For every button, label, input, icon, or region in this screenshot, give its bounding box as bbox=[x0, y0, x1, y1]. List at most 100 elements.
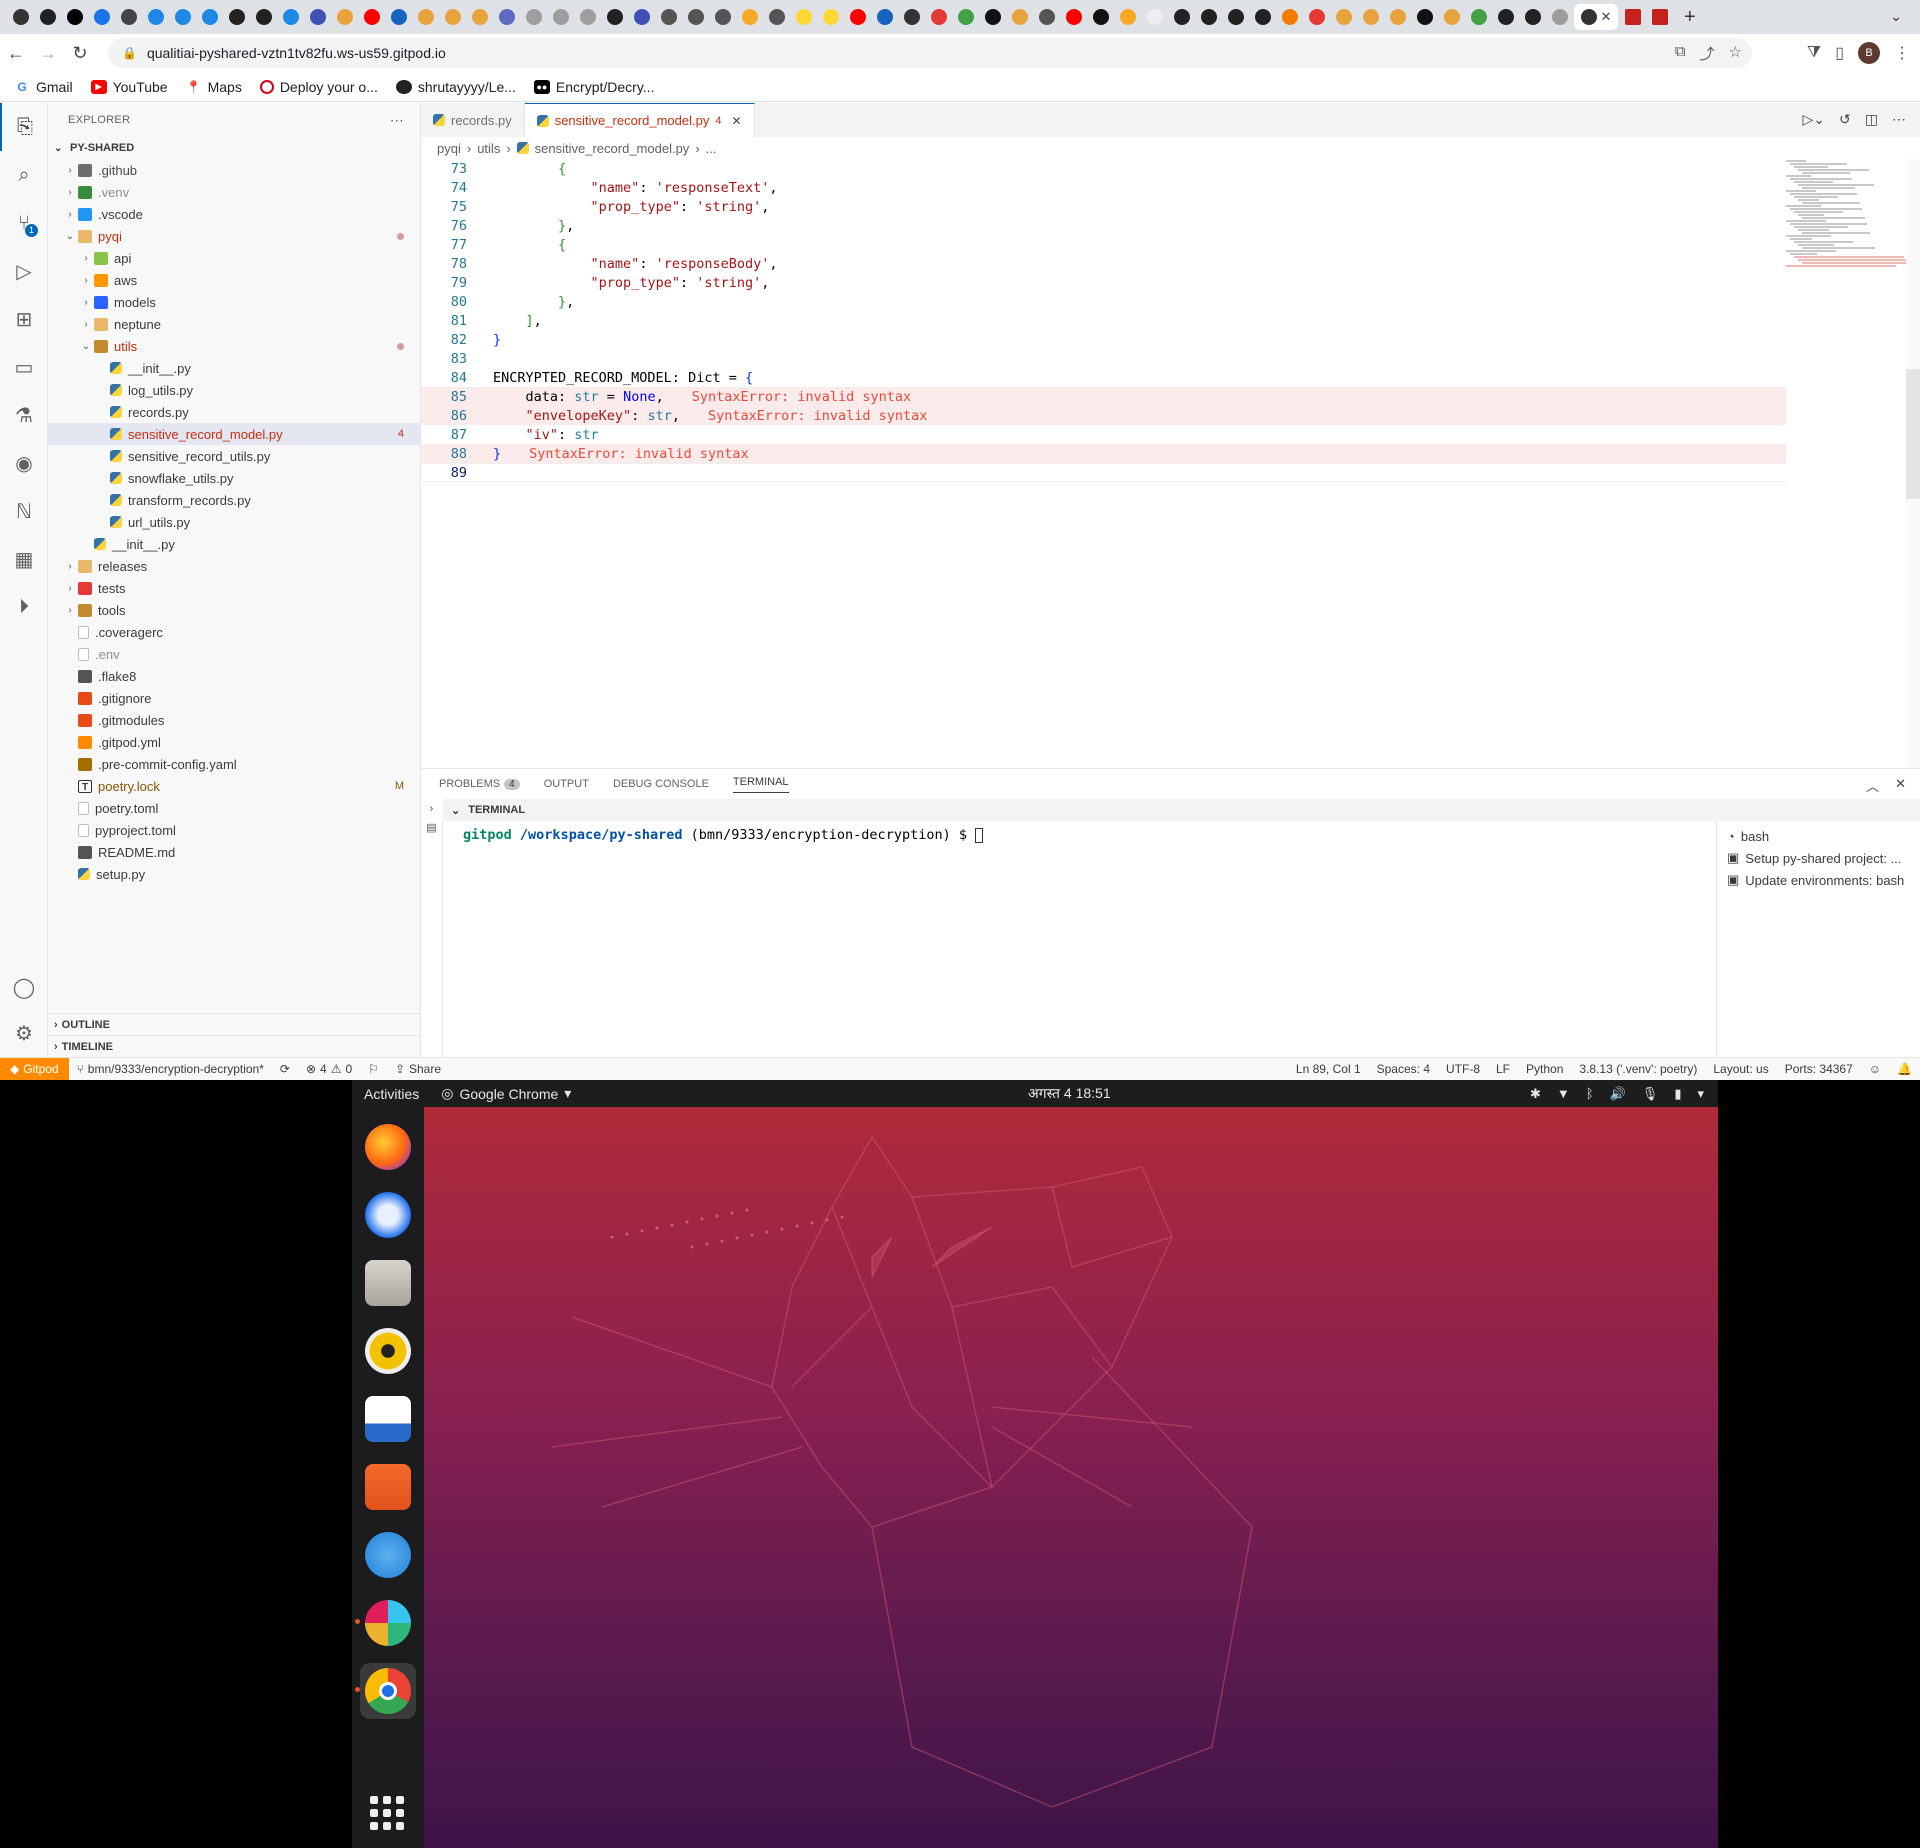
browser-tab[interactable] bbox=[872, 4, 897, 30]
explorer-icon[interactable]: ⎘ bbox=[0, 103, 48, 151]
tree-item-models[interactable]: › models bbox=[48, 291, 420, 313]
workspace-root[interactable]: ⌄ PY-SHARED bbox=[48, 137, 420, 159]
tree-item-setup-py[interactable]: setup.py bbox=[48, 863, 420, 885]
extensions-icon[interactable]: ⊞ bbox=[0, 295, 48, 343]
browser-tab[interactable] bbox=[845, 4, 870, 30]
code-line[interactable]: 87 "iv": str bbox=[421, 425, 1786, 444]
browser-tab[interactable] bbox=[575, 4, 600, 30]
bookmark-maps[interactable]: 📍 Maps bbox=[186, 79, 242, 95]
browser-tab[interactable] bbox=[62, 4, 87, 30]
code-line[interactable]: 83 bbox=[421, 349, 1786, 368]
tree-item--coveragerc[interactable]: .coveragerc bbox=[48, 621, 420, 643]
eol-status[interactable]: LF bbox=[1488, 1062, 1518, 1076]
tree-item--init-py[interactable]: __init__.py bbox=[48, 533, 420, 555]
more-actions-icon[interactable]: ⋯ bbox=[390, 112, 404, 129]
activities-button[interactable]: Activities bbox=[364, 1086, 419, 1102]
browser-tab[interactable] bbox=[737, 4, 762, 30]
gitpod-status[interactable]: ◆ Gitpod bbox=[0, 1057, 69, 1081]
bookmark-youtube[interactable]: ▶ YouTube bbox=[90, 79, 168, 95]
code-line[interactable]: 86 "envelopeKey": str, SyntaxError: inval… bbox=[421, 406, 1786, 425]
share-status[interactable]: ⇪ Share bbox=[387, 1062, 449, 1076]
browser-tab[interactable] bbox=[980, 4, 1005, 30]
tree-item--pre-commit-config-yaml[interactable]: .pre-commit-config.yaml bbox=[48, 753, 420, 775]
terminal-item-setup[interactable]: ▣ Setup py-shared project: ... bbox=[1717, 847, 1920, 869]
tree-item-aws[interactable]: › aws bbox=[48, 269, 420, 291]
tab-problems[interactable]: PROBLEMS 4 bbox=[439, 778, 520, 790]
bookmark-deploy[interactable]: Deploy your o... bbox=[259, 79, 378, 95]
dock-help[interactable] bbox=[360, 1527, 416, 1583]
dock-thunderbird[interactable] bbox=[360, 1187, 416, 1243]
terminal-item-bash[interactable]: ◔ bash bbox=[1717, 825, 1920, 847]
tree-item-sensitive-record-utils-py[interactable]: sensitive_record_utils.py bbox=[48, 445, 420, 467]
remote-explorer-icon[interactable]: ▭ bbox=[0, 343, 48, 391]
active-browser-tab[interactable]: ✕ bbox=[1574, 4, 1618, 30]
feedback-icon[interactable]: ☺ bbox=[1861, 1062, 1889, 1076]
code-line[interactable]: 73 { bbox=[421, 159, 1786, 178]
bookmark-star-icon[interactable]: ☆ bbox=[1729, 43, 1742, 64]
dock-slack[interactable] bbox=[355, 1595, 416, 1651]
browser-tab[interactable] bbox=[413, 4, 438, 30]
tree-item-pyqi[interactable]: ⌄ pyqi bbox=[48, 225, 420, 247]
browser-tab[interactable] bbox=[1331, 4, 1356, 30]
tree-item-readme-md[interactable]: README.md bbox=[48, 841, 420, 863]
breadcrumb-file[interactable]: sensitive_record_model.py bbox=[535, 141, 690, 156]
chrome-menu-icon[interactable]: ⋮ bbox=[1894, 43, 1910, 63]
back-button[interactable]: ← bbox=[0, 43, 32, 64]
tree-item-pyproject-toml[interactable]: pyproject.toml bbox=[48, 819, 420, 841]
tree-item--github[interactable]: › .github bbox=[48, 159, 420, 181]
browser-tab[interactable] bbox=[1142, 4, 1167, 30]
language-status[interactable]: Python bbox=[1518, 1062, 1571, 1076]
browser-tab[interactable] bbox=[305, 4, 330, 30]
tree-item--gitpod-yml[interactable]: .gitpod.yml bbox=[48, 731, 420, 753]
browser-tab[interactable] bbox=[1620, 4, 1645, 30]
browser-tab[interactable] bbox=[35, 4, 60, 30]
browser-tab[interactable] bbox=[1304, 4, 1329, 30]
clock[interactable]: अगस्त 4 18:51 bbox=[1028, 1084, 1111, 1103]
split-editor-icon[interactable]: ◫ bbox=[1865, 111, 1878, 128]
browser-tab[interactable] bbox=[1493, 4, 1518, 30]
install-app-icon[interactable]: ⧉ bbox=[1675, 43, 1686, 64]
indentation-status[interactable]: Spaces: 4 bbox=[1369, 1062, 1438, 1076]
terminal-output[interactable]: gitpod /workspace/py-shared (bmn/9333/en… bbox=[443, 821, 1738, 1058]
browser-tab[interactable] bbox=[224, 4, 249, 30]
extensions-icon[interactable]: ⧩ bbox=[1807, 44, 1821, 62]
new-tab-button[interactable]: + bbox=[1684, 6, 1696, 29]
terminal-section-header[interactable]: ⌄ TERMINAL bbox=[443, 799, 1920, 821]
breadcrumb-symbol[interactable]: ... bbox=[706, 141, 717, 156]
share-icon[interactable]: ⤴ bbox=[1700, 43, 1715, 64]
code-line[interactable]: 77 { bbox=[421, 235, 1786, 254]
browser-tab[interactable] bbox=[1223, 4, 1248, 30]
close-icon[interactable]: ✕ bbox=[1601, 9, 1612, 25]
outline-section[interactable]: › OUTLINE bbox=[48, 1013, 421, 1035]
code-line[interactable]: 76 }, bbox=[421, 216, 1786, 235]
notifications-bell-icon[interactable]: 🔔 bbox=[1889, 1062, 1920, 1076]
tree-item-tests[interactable]: › tests bbox=[48, 577, 420, 599]
tree-item--vscode[interactable]: › .vscode bbox=[48, 203, 420, 225]
run-debug-icon[interactable]: ▷ bbox=[0, 247, 48, 295]
browser-tab[interactable] bbox=[818, 4, 843, 30]
timeline-section[interactable]: › TIMELINE bbox=[48, 1035, 421, 1057]
source-control-icon[interactable]: ⑂ 1 bbox=[0, 199, 48, 247]
show-applications-icon[interactable] bbox=[370, 1796, 404, 1830]
interpreter-status[interactable]: 3.8.13 ('.venv': poetry) bbox=[1571, 1062, 1705, 1076]
dock-rhythmbox[interactable] bbox=[360, 1323, 416, 1379]
browser-tab[interactable] bbox=[1466, 4, 1491, 30]
tree-item--venv[interactable]: › .venv bbox=[48, 181, 420, 203]
manage-gear-icon[interactable]: ⚙ bbox=[0, 1009, 48, 1057]
breadcrumb-pyqi[interactable]: pyqi bbox=[437, 141, 461, 156]
run-file-icon[interactable]: ▷⌄ bbox=[1803, 111, 1826, 128]
browser-tab[interactable] bbox=[89, 4, 114, 30]
tree-item--gitmodules[interactable]: .gitmodules bbox=[48, 709, 420, 731]
tab-output[interactable]: OUTPUT bbox=[544, 778, 589, 790]
n8n-icon[interactable]: ℕ bbox=[0, 487, 48, 535]
browser-tab[interactable] bbox=[683, 4, 708, 30]
terminal-icon[interactable]: ▤ bbox=[421, 821, 442, 834]
sync-status[interactable]: ⟳ bbox=[272, 1062, 298, 1076]
browser-tab[interactable] bbox=[494, 4, 519, 30]
branch-status[interactable]: ⑂ bmn/9333/encryption-decryption* bbox=[69, 1062, 272, 1076]
browser-tab[interactable] bbox=[116, 4, 141, 30]
tree-item-utils[interactable]: ⌄ utils bbox=[48, 335, 420, 357]
tree-item-sensitive-record-model-py[interactable]: sensitive_record_model.py 4 bbox=[48, 423, 420, 445]
browser-tab[interactable] bbox=[926, 4, 951, 30]
close-icon[interactable]: ✕ bbox=[731, 114, 741, 128]
